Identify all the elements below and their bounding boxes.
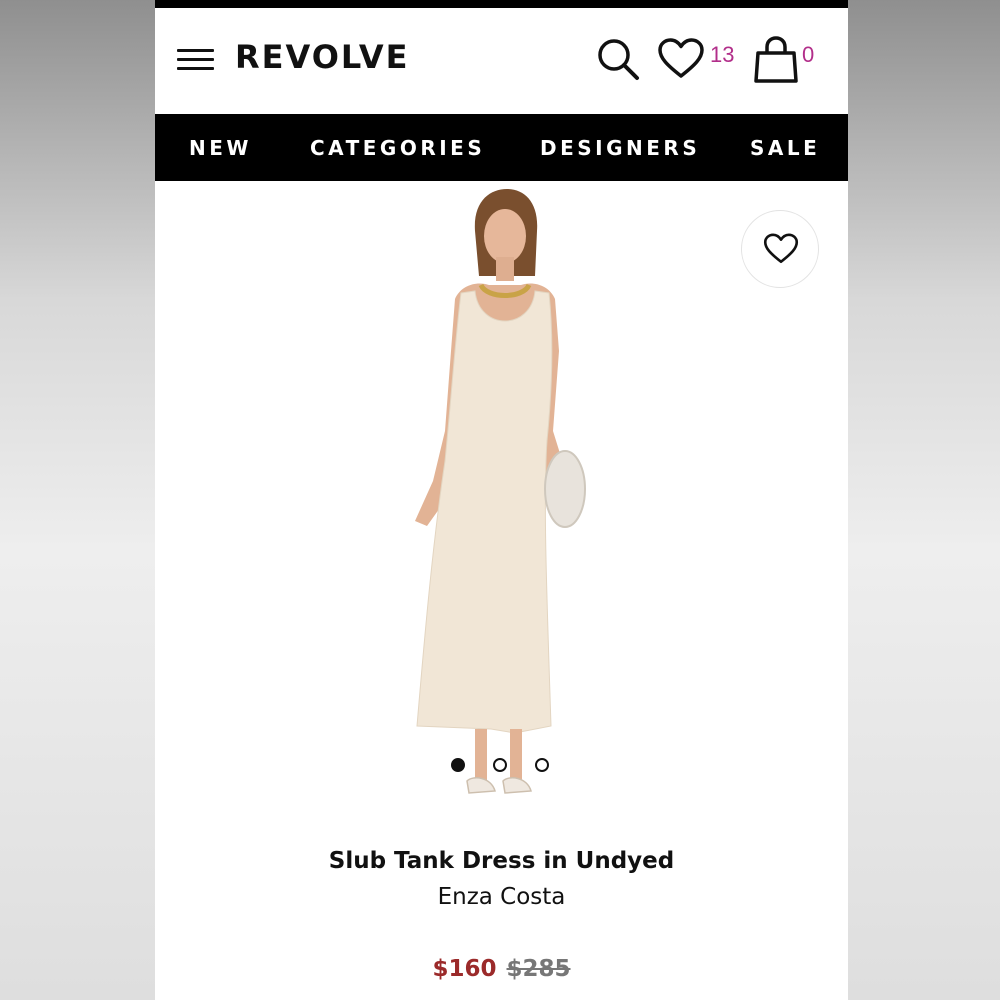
original-price: $285 [506,956,571,982]
bag-icon[interactable] [753,36,799,84]
nav-item-sale[interactable]: SALE [750,136,820,160]
wishlist-count: 13 [710,42,735,67]
product-title: Slub Tank Dress in Undyed [328,848,675,874]
phone-screen: REVOLVE 13 0 NEW CATEGORIES DESIGNERS SA… [155,0,848,1000]
carousel-dot-3[interactable] [535,758,549,772]
sale-price: $160 [432,956,497,982]
carousel-dots [451,756,561,774]
menu-icon[interactable] [177,48,215,74]
search-icon[interactable] [595,36,641,82]
left-background [0,0,155,1000]
heart-icon [763,233,799,264]
site-logo[interactable]: REVOLVE [235,38,410,76]
right-background [848,0,1000,1000]
status-strip [155,0,848,8]
bag-count: 0 [802,42,815,67]
product-brand-link[interactable]: Enza Costa [155,884,848,910]
nav-item-new[interactable]: NEW [189,136,252,160]
nav-item-designers[interactable]: DESIGNERS [540,136,700,160]
wishlist-heart-icon[interactable] [657,38,705,80]
main-nav: NEW CATEGORIES DESIGNERS SALE [155,114,848,181]
product-image [415,189,586,794]
product-prices: $160 $285 [155,956,848,982]
carousel-dot-1[interactable] [451,758,465,772]
nav-item-categories[interactable]: CATEGORIES [310,136,485,160]
product-image-carousel[interactable] [155,181,848,831]
carousel-dot-2[interactable] [493,758,507,772]
site-header: REVOLVE 13 0 [155,8,848,114]
favorite-button[interactable] [741,210,819,288]
